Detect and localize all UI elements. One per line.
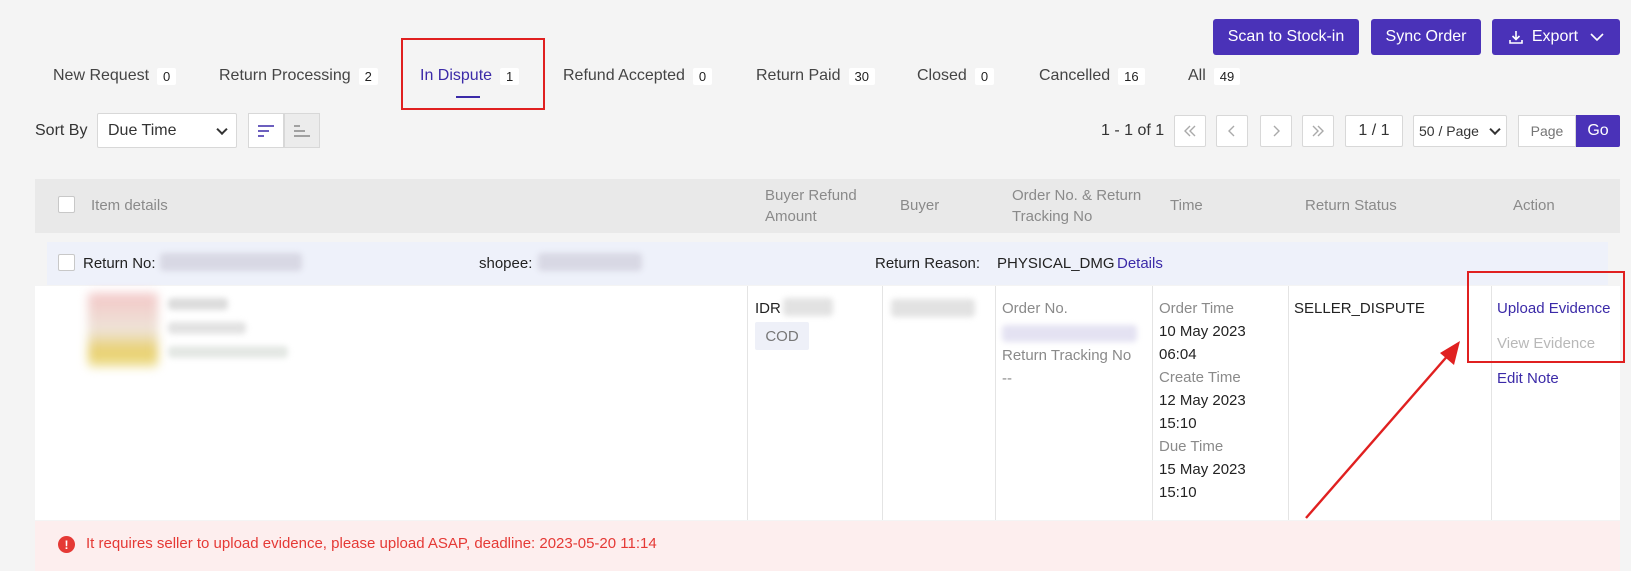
create-time-date: 12 May 2023 xyxy=(1159,392,1246,409)
page-size-select[interactable]: 50 / Page xyxy=(1413,115,1507,147)
shop-name-redacted xyxy=(538,253,642,271)
sort-by-label: Sort By xyxy=(35,122,88,139)
due-time-date: 15 May 2023 xyxy=(1159,461,1246,478)
tracking-label: Return Tracking No xyxy=(1002,347,1132,364)
due-time-label: Due Time xyxy=(1159,438,1224,455)
sort-ascending-icon xyxy=(294,124,310,137)
shop-label: shopee: xyxy=(479,255,533,272)
annotation-box-tab xyxy=(401,38,545,110)
pagination-range: 1 - 1 of 1 xyxy=(1101,122,1165,139)
header-item-details: Item details xyxy=(91,197,168,214)
first-page-button[interactable] xyxy=(1174,115,1206,147)
tab-refund-accepted[interactable]: Refund Accepted 0 xyxy=(563,67,713,85)
order-no-redacted xyxy=(1002,325,1137,342)
sort-descending-icon xyxy=(258,124,274,137)
create-time-clock: 15:10 xyxy=(1159,415,1197,432)
product-variant-redacted xyxy=(168,322,246,334)
chevron-down-icon xyxy=(1590,33,1604,42)
return-reason-label: Return Reason: xyxy=(875,255,981,272)
create-time-label: Create Time xyxy=(1159,369,1241,386)
column-divider xyxy=(882,286,883,520)
tab-count: 49 xyxy=(1213,67,1241,85)
order-time-clock: 06:04 xyxy=(1159,346,1197,363)
chevron-left-icon xyxy=(1228,125,1235,137)
product-image xyxy=(88,293,158,367)
annotation-arrow xyxy=(1305,341,1460,519)
page-indicator: 1 / 1 xyxy=(1345,115,1403,147)
payment-method-badge: COD xyxy=(755,322,809,350)
refund-currency: IDR xyxy=(755,300,781,317)
sort-select[interactable]: Due Time xyxy=(97,113,237,148)
double-chevron-left-icon xyxy=(1184,125,1196,137)
header-buyer: Buyer xyxy=(900,197,940,214)
tab-count: 16 xyxy=(1118,67,1145,85)
header-order-no: Order No. & Return Tracking No xyxy=(1012,187,1142,225)
prev-page-button[interactable] xyxy=(1216,115,1248,147)
download-icon xyxy=(1509,31,1523,44)
order-time-date: 10 May 2023 xyxy=(1159,323,1246,340)
order-no-label: Order No. xyxy=(1002,300,1068,317)
alert-icon: ! xyxy=(58,536,75,553)
last-page-button[interactable] xyxy=(1302,115,1334,147)
page-number-input[interactable] xyxy=(1518,115,1576,147)
due-time-clock: 15:10 xyxy=(1159,484,1197,501)
sort-descending-button[interactable] xyxy=(248,113,284,148)
column-divider xyxy=(1152,286,1153,520)
chevron-down-icon xyxy=(216,123,228,135)
tracking-value: -- xyxy=(1002,370,1012,387)
sync-order-button[interactable]: Sync Order xyxy=(1371,19,1481,55)
header-action: Action xyxy=(1513,197,1555,214)
tab-return-processing[interactable]: Return Processing 2 xyxy=(219,67,378,85)
product-name-redacted xyxy=(168,298,228,310)
header-time: Time xyxy=(1170,197,1203,214)
column-divider xyxy=(747,286,748,520)
details-link[interactable]: Details xyxy=(1117,252,1163,275)
buyer-name-redacted xyxy=(891,299,975,317)
return-reason-value: PHYSICAL_DMG xyxy=(997,255,1115,272)
product-sku-redacted xyxy=(168,346,288,358)
edit-note-link[interactable]: Edit Note xyxy=(1497,367,1559,390)
return-no-redacted xyxy=(160,253,302,271)
column-divider xyxy=(995,286,996,520)
row-checkbox[interactable] xyxy=(58,254,75,271)
return-no-label: Return No: xyxy=(83,255,156,272)
export-button[interactable]: Export xyxy=(1492,19,1620,55)
go-button[interactable]: Go xyxy=(1576,115,1620,147)
header-return-status: Return Status xyxy=(1305,197,1397,214)
scan-to-stock-in-button[interactable]: Scan to Stock-in xyxy=(1213,19,1359,55)
tab-count: 0 xyxy=(157,67,177,85)
sort-ascending-button[interactable] xyxy=(284,113,320,148)
select-all-checkbox[interactable] xyxy=(58,196,75,213)
header-refund-amount: Buyer Refund Amount xyxy=(765,187,857,225)
refund-amount-redacted xyxy=(783,298,833,316)
double-chevron-right-icon xyxy=(1312,125,1324,137)
tab-count: 2 xyxy=(358,67,378,85)
tab-new-request[interactable]: New Request 0 xyxy=(53,67,177,85)
return-status: SELLER_DISPUTE xyxy=(1294,300,1425,317)
tab-closed[interactable]: Closed 0 xyxy=(917,67,995,85)
chevron-right-icon xyxy=(1273,125,1280,137)
tab-count: 0 xyxy=(974,67,995,85)
next-page-button[interactable] xyxy=(1260,115,1292,147)
tab-count: 30 xyxy=(848,67,875,85)
tab-return-paid[interactable]: Return Paid 30 xyxy=(756,67,875,85)
tab-cancelled[interactable]: Cancelled 16 xyxy=(1039,67,1145,85)
tab-count: 0 xyxy=(692,67,713,85)
order-time-label: Order Time xyxy=(1159,300,1235,317)
tab-all[interactable]: All 49 xyxy=(1188,67,1241,85)
chevron-down-icon xyxy=(1489,123,1501,136)
annotation-box-actions xyxy=(1467,271,1625,363)
column-divider xyxy=(1288,286,1289,520)
alert-message: It requires seller to upload evidence, p… xyxy=(86,535,657,552)
